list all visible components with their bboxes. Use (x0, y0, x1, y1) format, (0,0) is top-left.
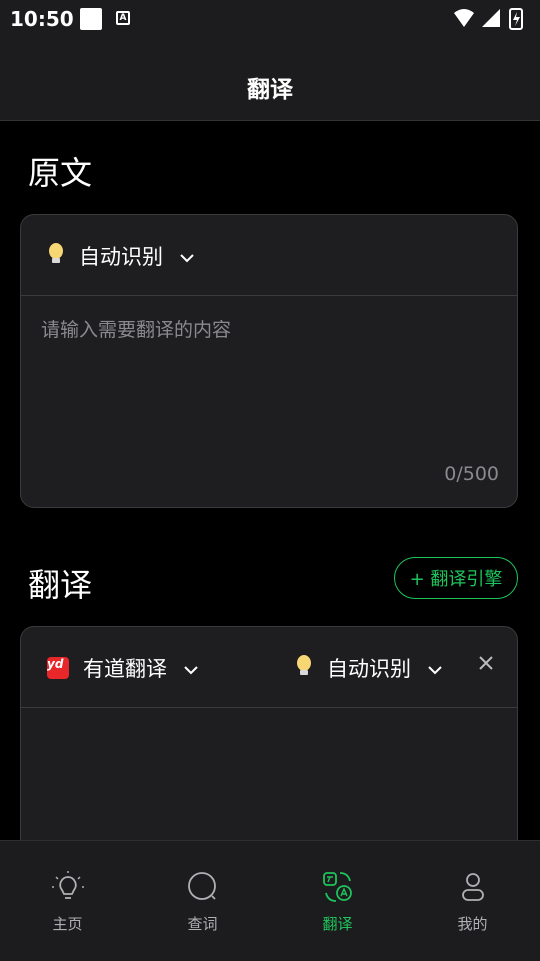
add-engine-button[interactable]: + 翻译引擎 (394, 557, 518, 599)
bulb-icon (295, 654, 313, 683)
bottom-tab-bar: 主页 查词 翻译 我的 (0, 840, 540, 961)
target-language-selector[interactable]: 自动识别 (295, 653, 443, 683)
bulb-icon (47, 242, 65, 271)
translate-icon (320, 869, 356, 909)
signal-icon (482, 9, 500, 27)
chevron-down-icon (427, 656, 443, 680)
tab-lookup-label: 查词 (187, 915, 218, 933)
person-icon (455, 869, 491, 909)
search-icon (185, 869, 221, 909)
source-text-input[interactable]: 请输入需要翻译的内容 (41, 315, 231, 342)
tab-translate[interactable]: 翻译 (270, 841, 405, 961)
status-bar: 10:50 A (0, 0, 540, 38)
target-language-label: 自动识别 (327, 657, 411, 681)
app-header: 翻译 (0, 38, 540, 121)
source-language-selector[interactable]: 自动识别 (47, 241, 195, 271)
tab-home-label: 主页 (52, 915, 83, 933)
engine-selector[interactable]: yd 有道翻译 (47, 653, 199, 683)
close-icon[interactable] (479, 655, 493, 674)
tab-translate-label: 翻译 (322, 915, 353, 933)
wifi-icon (454, 9, 474, 27)
system-status-icons (454, 8, 523, 30)
tab-profile[interactable]: 我的 (405, 841, 540, 961)
chevron-down-icon (179, 244, 195, 268)
source-language-label: 自动识别 (79, 245, 163, 269)
tab-profile-label: 我的 (457, 915, 488, 933)
character-counter: 0/500 (444, 463, 499, 485)
app-notification-icon: A (116, 11, 130, 25)
engine-name: 有道翻译 (83, 657, 167, 681)
translation-section-title: 翻译 (28, 566, 93, 604)
youdao-logo-icon: yd (47, 657, 69, 679)
bulb-icon (50, 869, 86, 909)
source-section-title: 原文 (28, 154, 93, 192)
chevron-down-icon (183, 656, 199, 680)
tab-home[interactable]: 主页 (0, 841, 135, 961)
page-title: 翻译 (247, 77, 293, 103)
source-input-card: 自动识别 请输入需要翻译的内容 0/500 (20, 214, 518, 508)
tab-lookup[interactable]: 查词 (135, 841, 270, 961)
notification-icon (80, 8, 102, 30)
source-language-bar: 自动识别 (21, 215, 517, 296)
translation-engine-bar: yd 有道翻译 自动识别 (21, 627, 517, 708)
status-time: 10:50 (10, 7, 74, 31)
